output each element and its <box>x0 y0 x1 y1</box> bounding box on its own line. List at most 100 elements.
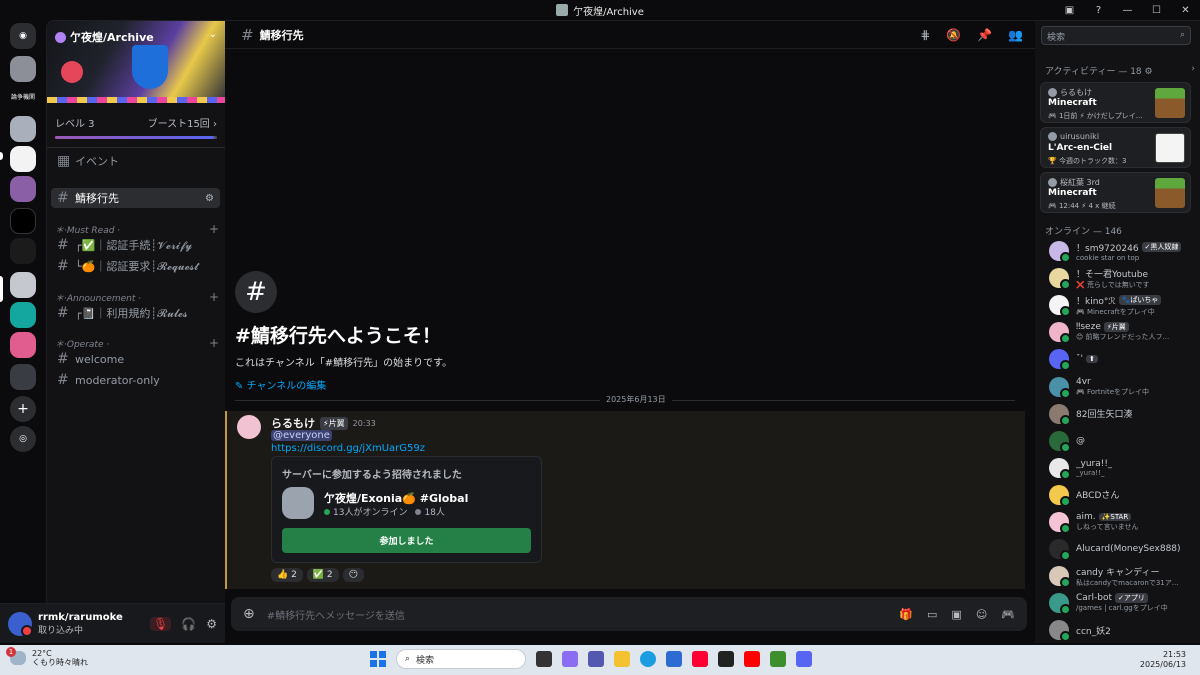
settings-icon[interactable]: ⚙ <box>205 193 214 204</box>
member-item[interactable]: _yura!!_ _yura!!_ <box>1049 456 1194 480</box>
member-item[interactable]: ！kino°ℛ 🐾ぱいちゃ 🎮 Minecraftをプレイ中 <box>1049 293 1194 318</box>
yahoo-icon[interactable] <box>692 651 708 667</box>
member-item[interactable]: ccn_妖2 <box>1049 618 1194 643</box>
mic-muted-icon[interactable]: 🎙 <box>150 616 172 631</box>
explorer-icon[interactable] <box>614 651 630 667</box>
role-tag: ⚡片翼 <box>320 416 348 430</box>
taskbar-search[interactable]: ⌕ 検索 <box>396 649 526 669</box>
member-item[interactable]: 4vr 🎮 Fortniteをプレイ中 <box>1049 375 1194 399</box>
youtube-icon[interactable] <box>744 651 760 667</box>
gift-icon[interactable]: 🎁 <box>899 608 913 621</box>
discord-home-icon[interactable]: ◉ <box>10 23 36 49</box>
channel-welcome[interactable]: # welcome <box>51 349 220 369</box>
message[interactable]: らるもけ ⚡片翼 20:33 @everyone https://discord.g… <box>225 411 1025 589</box>
teams-icon[interactable] <box>588 651 604 667</box>
notification-mute-icon[interactable]: 🔕 <box>946 28 961 42</box>
headphones-icon[interactable]: 🎧 <box>181 617 196 631</box>
store-icon[interactable] <box>666 651 682 667</box>
server-icon[interactable] <box>10 56 36 82</box>
avatar[interactable] <box>8 611 33 637</box>
message-composer[interactable]: ⊕ #鯖移行先へメッセージを送信 🎁 ▭ ▣ ☺ 🎮 <box>231 597 1027 631</box>
search-input[interactable]: 検索 ⌕ <box>1041 26 1191 45</box>
add-server-icon[interactable]: + <box>10 396 36 422</box>
server-icon[interactable] <box>10 208 36 234</box>
server-icon[interactable] <box>10 238 36 264</box>
channel-request[interactable]: # └🍊｜認証要求┊𝓡𝓮𝓺𝓾𝓮𝓼𝓽 <box>51 256 220 276</box>
reaction-check[interactable]: ✅ 2 <box>306 568 339 582</box>
channel-moderator[interactable]: # moderator-only <box>51 370 220 390</box>
activity-card[interactable]: 桜紅葉 3rd Minecraft 🎮 12:44 ⚡ 4 x 継続 <box>1040 172 1191 213</box>
invite-link[interactable]: https://discord.gg/jXmUarG59z <box>271 443 425 454</box>
member-item[interactable]: Carl-bot ✓アプリ/games | carl.ggをプレイ中 <box>1049 591 1194 616</box>
server-name[interactable]: 亇夜煌/Archive <box>55 29 154 45</box>
events-item[interactable]: ▦ イベント <box>51 151 220 171</box>
channel-rules[interactable]: # ┌📓｜利用規約┊𝓡𝓾𝓵𝓮𝓼 <box>51 303 220 323</box>
plus-circle-icon[interactable]: ⊕ <box>243 606 255 622</box>
inbox-icon[interactable]: ▣ <box>1055 5 1084 16</box>
server-icon[interactable] <box>10 302 36 328</box>
server-icon[interactable] <box>10 272 36 298</box>
server-icon[interactable]: 論争機関 <box>10 88 36 104</box>
sticker-icon[interactable]: ▣ <box>951 608 961 621</box>
reaction-thumbs-up[interactable]: 👍 2 <box>271 568 303 582</box>
member-item[interactable]: ！sm9720246 ✓黒人奴隷 cookie star on top <box>1049 239 1194 263</box>
copilot-icon[interactable] <box>562 651 578 667</box>
minimize-button[interactable]: — <box>1113 5 1142 16</box>
boost-progress[interactable]: レベル 3 ブースト15回 › <box>47 115 225 130</box>
server-icon[interactable] <box>10 176 36 202</box>
channel-active[interactable]: # 鯖移行先 ⚙ <box>51 188 220 208</box>
add-channel-icon[interactable]: + <box>209 222 219 236</box>
edge-icon[interactable] <box>640 651 656 667</box>
minecraft-icon[interactable] <box>770 651 786 667</box>
weather-widget[interactable]: 1 22°C くもり時々晴れ <box>6 647 88 667</box>
activity-card[interactable]: らるもけ Minecraft 🎮 1日前 ⚡ かけだしプレイ... <box>1040 82 1191 123</box>
member-status: 🎮 Minecraftをプレイ中 <box>1076 307 1155 316</box>
server-icon[interactable] <box>10 116 36 142</box>
chevron-down-icon[interactable]: ⌄ <box>209 29 217 40</box>
clock[interactable]: 21:53 2025/06/13 <box>1140 650 1186 670</box>
message-author[interactable]: らるもけ <box>271 415 315 431</box>
member-item[interactable]: candy キャンディー 私はcandyでmacaronで31ア... <box>1049 564 1194 589</box>
member-item[interactable]: aim. ✨STAR しねって言いません <box>1049 510 1194 534</box>
members-icon[interactable]: 👥 <box>1008 28 1023 42</box>
gif-icon[interactable]: ▭ <box>927 608 937 621</box>
edit-channel-link[interactable]: ✎ チャンネルの編集 <box>235 377 452 392</box>
mention[interactable]: @everyone <box>271 430 332 441</box>
member-item[interactable]: ！そ一君Youtube ❌ 荒らしでは無いです <box>1049 266 1194 291</box>
member-item[interactable]: ABCDさん <box>1049 483 1194 507</box>
category-operate[interactable]: ＊‧Operate ‧ + <box>55 336 219 350</box>
avatar[interactable] <box>237 415 261 439</box>
add-channel-icon[interactable]: + <box>209 336 219 350</box>
server-icon[interactable] <box>10 332 36 358</box>
joined-button[interactable]: 参加しました <box>282 528 531 553</box>
emoji-icon[interactable]: ☺ <box>976 608 987 621</box>
discord-taskbar-icon[interactable] <box>796 651 812 667</box>
server-banner[interactable]: 亇夜煌/Archive ⌄ <box>47 21 225 103</box>
member-item[interactable]: ‼seze ⚡片翼 😊 前略フレンドだった人フ... <box>1049 320 1194 345</box>
chevron-right-icon[interactable]: › <box>1191 64 1195 77</box>
windows-start-icon[interactable] <box>370 651 386 667</box>
maximize-button[interactable]: ☐ <box>1142 5 1171 16</box>
amazon-icon[interactable] <box>718 651 734 667</box>
member-item[interactable]: ˇ' ⬆ <box>1049 347 1194 372</box>
gear-icon[interactable]: ⚙ <box>206 617 217 631</box>
member-item[interactable]: Alucard(MoneySex888) <box>1049 537 1194 562</box>
category-must-read[interactable]: ＊‧Must Read ‧ + <box>55 222 219 236</box>
activity-icon[interactable]: 🎮 <box>1001 608 1015 621</box>
channel-verify[interactable]: # ┌✅｜認証手続┊𝓥𝓮𝓻𝓲𝓯𝔂 <box>51 235 220 255</box>
pin-icon[interactable]: 📌 <box>977 28 992 42</box>
server-folder-icon[interactable] <box>10 364 36 390</box>
close-button[interactable]: ✕ <box>1171 5 1200 16</box>
help-icon[interactable]: ? <box>1084 5 1113 16</box>
add-channel-icon[interactable]: + <box>209 290 219 304</box>
task-view-icon[interactable] <box>536 651 552 667</box>
member-item[interactable]: @ <box>1049 429 1194 453</box>
server-icon[interactable] <box>10 146 36 172</box>
threads-icon[interactable]: ⋕ <box>920 28 930 42</box>
category-announcement[interactable]: ＊‧Announcement ‧ + <box>55 290 219 304</box>
message-input[interactable]: #鯖移行先へメッセージを送信 <box>267 607 405 622</box>
discover-icon[interactable]: ◎ <box>10 426 36 452</box>
add-reaction-button[interactable]: 😶 <box>342 568 364 582</box>
member-item[interactable]: 82回生矢口湊 <box>1049 402 1194 426</box>
activity-card[interactable]: uirusuniki L'Arc-en-Ciel 🏆 今週のトラック数：3 <box>1040 127 1191 168</box>
